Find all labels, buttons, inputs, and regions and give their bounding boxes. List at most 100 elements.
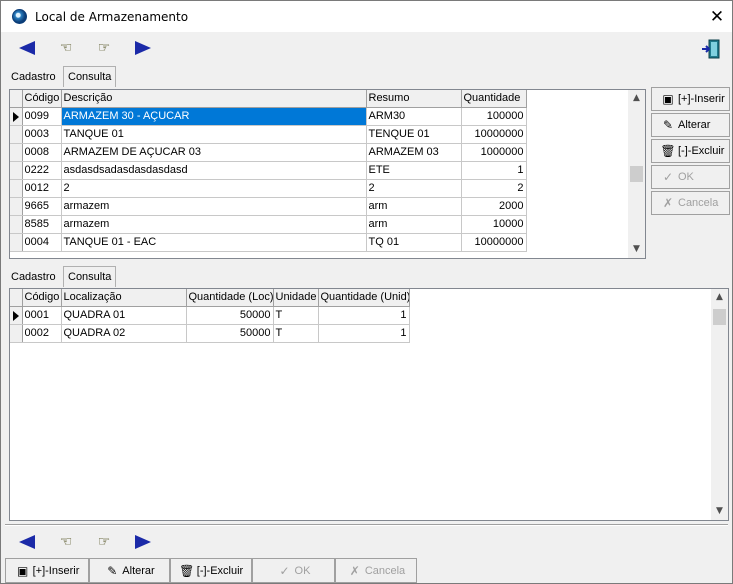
table-cell[interactable]: TANQUE 01 [61, 125, 367, 144]
table-row[interactable]: 0004 TANQUE 01 - EAC TQ 01 10000000 [10, 233, 527, 252]
row-indicator[interactable] [10, 125, 23, 144]
table-cell[interactable]: TENQUE 01 [366, 125, 462, 144]
scroll-down-icon[interactable]: ▼ [711, 503, 728, 520]
table-cell[interactable]: 50000 [186, 324, 274, 343]
insert-button[interactable]: ▣ [+]-Inserir [651, 87, 730, 111]
delete-button[interactable]: 🗑 [-]-Excluir [170, 558, 252, 583]
table-cell[interactable]: 2 [461, 179, 527, 198]
first-record-button[interactable] [14, 531, 40, 553]
column-header[interactable]: Quantidade (Loc) [186, 289, 274, 307]
table-cell[interactable]: 0222 [22, 161, 62, 180]
scroll-up-icon[interactable]: ▲ [711, 289, 728, 306]
column-header[interactable]: Localização [61, 289, 187, 307]
column-header[interactable]: Descrição [61, 90, 367, 108]
table-row[interactable]: 0012 2 2 2 [10, 179, 527, 198]
table-cell[interactable]: 1 [318, 324, 410, 343]
close-icon[interactable]: ✕ [701, 3, 733, 31]
scroll-thumb[interactable] [630, 166, 643, 182]
column-header[interactable]: Resumo [366, 90, 462, 108]
table-cell[interactable]: 9665 [22, 197, 62, 216]
row-indicator[interactable] [10, 215, 23, 234]
table-cell[interactable]: 50000 [186, 306, 274, 325]
table-cell[interactable]: 10000000 [461, 125, 527, 144]
table-cell[interactable]: QUADRA 01 [61, 306, 187, 325]
tab-consulta[interactable]: Consulta [63, 266, 117, 287]
first-record-button[interactable] [14, 37, 40, 59]
table-cell[interactable]: TANQUE 01 - EAC [61, 233, 367, 252]
insert-button[interactable]: ▣ [+]-Inserir [5, 558, 89, 583]
previous-record-button[interactable]: ☜ [53, 37, 79, 59]
bottom-grid-scrollbar[interactable]: ▲ ▼ [711, 289, 728, 520]
table-cell[interactable]: arm [366, 215, 462, 234]
alter-button[interactable]: ✎ Alterar [651, 113, 730, 137]
row-indicator[interactable] [10, 324, 23, 343]
previous-record-button[interactable]: ☜ [53, 531, 79, 553]
top-grid-scrollbar[interactable]: ▲ ▼ [628, 90, 645, 258]
table-cell[interactable]: T [273, 324, 319, 343]
table-cell[interactable]: QUADRA 02 [61, 324, 187, 343]
next-record-button[interactable]: ☞ [91, 37, 117, 59]
column-header[interactable]: Unidade [273, 289, 319, 307]
table-cell[interactable]: TQ 01 [366, 233, 462, 252]
row-indicator[interactable] [10, 143, 23, 162]
table-row[interactable]: 0222 asdasdsadasdasdasdasd ETE 1 [10, 161, 527, 180]
table-row[interactable]: 9665 armazem arm 2000 [10, 197, 527, 216]
delete-button[interactable]: 🗑 [-]-Excluir [651, 139, 730, 163]
table-cell[interactable]: 0001 [22, 306, 62, 325]
table-cell[interactable]: 10000 [461, 215, 527, 234]
last-record-button[interactable] [130, 531, 156, 553]
table-row[interactable]: 0002 QUADRA 02 50000 T 1 [10, 324, 410, 343]
next-record-button[interactable]: ☞ [91, 531, 117, 553]
table-cell[interactable]: 0099 [22, 107, 62, 126]
table-cell[interactable]: armazem [61, 197, 367, 216]
table-row[interactable]: 0008 ARMAZEM DE AÇUCAR 03 ARMAZEM 03 100000… [10, 143, 527, 162]
cancel-button[interactable]: ✗ Cancela [651, 191, 730, 215]
column-header[interactable]: Código [22, 289, 62, 307]
column-header[interactable]: Quantidade [461, 90, 527, 108]
scroll-thumb[interactable] [713, 309, 726, 325]
ok-button[interactable]: ✓ OK [252, 558, 335, 583]
table-cell[interactable]: 2 [366, 179, 462, 198]
table-cell[interactable]: 0004 [22, 233, 62, 252]
scroll-up-icon[interactable]: ▲ [628, 90, 645, 107]
table-cell[interactable]: ARMAZEM 03 [366, 143, 462, 162]
table-cell[interactable]: 0012 [22, 179, 62, 198]
column-header[interactable]: Código [22, 90, 62, 108]
table-cell[interactable]: ETE [366, 161, 462, 180]
table-cell[interactable]: 8585 [22, 215, 62, 234]
table-cell[interactable]: 2 [61, 179, 367, 198]
tab-cadastro[interactable]: Cadastro [7, 268, 60, 286]
table-cell[interactable]: 1000000 [461, 143, 527, 162]
row-indicator[interactable] [10, 161, 23, 180]
last-record-button[interactable] [130, 37, 156, 59]
table-cell[interactable]: ARM30 [366, 107, 462, 126]
table-cell[interactable]: 1 [461, 161, 527, 180]
table-cell[interactable]: 0003 [22, 125, 62, 144]
table-row[interactable]: 0099 ARMAZEM 30 - AÇUCAR ARM30 100000 [10, 107, 527, 126]
scroll-down-icon[interactable]: ▼ [628, 241, 645, 258]
table-row[interactable]: 0003 TANQUE 01 TENQUE 01 10000000 [10, 125, 527, 144]
table-cell[interactable]: 0002 [22, 324, 62, 343]
row-indicator[interactable] [10, 233, 23, 252]
tab-consulta[interactable]: Consulta [63, 66, 117, 87]
table-cell[interactable]: T [273, 306, 319, 325]
row-indicator[interactable] [10, 179, 23, 198]
table-cell[interactable]: 1 [318, 306, 410, 325]
table-cell[interactable]: 2000 [461, 197, 527, 216]
row-indicator[interactable] [10, 197, 23, 216]
ok-button[interactable]: ✓ OK [651, 165, 730, 189]
table-cell[interactable]: ARMAZEM DE AÇUCAR 03 [61, 143, 367, 162]
table-cell[interactable]: 100000 [461, 107, 527, 126]
table-cell[interactable]: 0008 [22, 143, 62, 162]
cancel-button[interactable]: ✗ Cancela [335, 558, 417, 583]
row-indicator[interactable] [10, 107, 23, 126]
column-header[interactable]: Quantidade (Unid) [318, 289, 410, 307]
alter-button[interactable]: ✎ Alterar [89, 558, 170, 583]
exit-door-icon[interactable] [701, 39, 721, 59]
table-row[interactable]: 8585 armazem arm 10000 [10, 215, 527, 234]
table-row[interactable]: 0001 QUADRA 01 50000 T 1 [10, 306, 410, 325]
row-indicator[interactable] [10, 306, 23, 325]
table-cell[interactable]: 10000000 [461, 233, 527, 252]
tab-cadastro[interactable]: Cadastro [7, 68, 60, 86]
table-cell[interactable]: asdasdsadasdasdasdasd [61, 161, 367, 180]
